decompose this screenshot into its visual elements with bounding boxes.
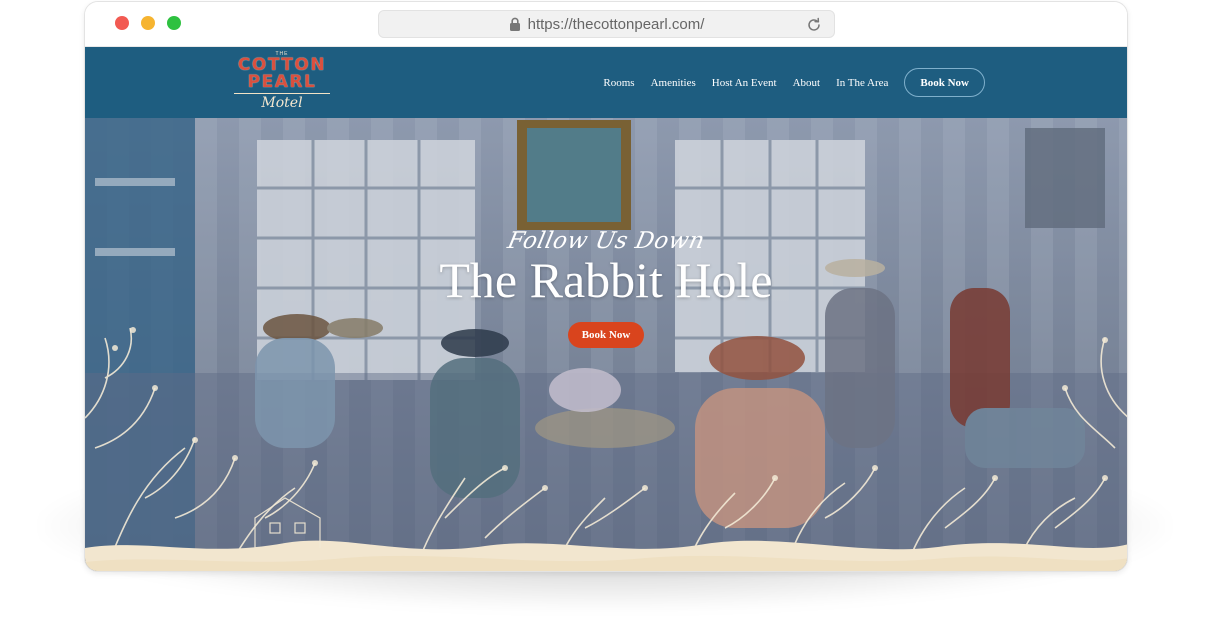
browser-window: https://thecottonpearl.com/ THE COTTON P… — [84, 1, 1128, 572]
hero-content: Follow Us Down The Rabbit Hole Book Now — [85, 228, 1127, 348]
main-nav: Rooms Amenities Host An Event About In T… — [587, 68, 985, 97]
hero-headline: The Rabbit Hole — [439, 252, 773, 308]
hero-tagline: Follow Us Down — [505, 228, 707, 254]
logo-motel: Motel — [261, 95, 303, 111]
logo-pearl: PEARL — [247, 72, 317, 92]
nav-rooms[interactable]: Rooms — [603, 77, 634, 89]
nav-book-now-button[interactable]: Book Now — [904, 68, 985, 97]
lock-icon — [509, 17, 520, 31]
website: THE COTTON PEARL Motel Rooms Amenities H… — [85, 47, 1127, 571]
url-text: https://thecottonpearl.com/ — [527, 15, 705, 33]
nav-in-the-area[interactable]: In The Area — [836, 77, 888, 89]
site-header: THE COTTON PEARL Motel Rooms Amenities H… — [85, 47, 1127, 118]
hero-section: Follow Us Down The Rabbit Hole Book Now — [85, 118, 1127, 571]
nav-host-an-event[interactable]: Host An Event — [712, 77, 777, 89]
site-logo[interactable]: THE COTTON PEARL Motel — [228, 51, 336, 115]
browser-toolbar: https://thecottonpearl.com/ — [85, 2, 1127, 47]
close-window-button[interactable] — [115, 16, 129, 30]
address-bar[interactable]: https://thecottonpearl.com/ — [378, 10, 835, 38]
maximize-window-button[interactable] — [167, 16, 181, 30]
nav-about[interactable]: About — [793, 77, 821, 89]
reload-icon[interactable] — [806, 17, 822, 33]
minimize-window-button[interactable] — [141, 16, 155, 30]
nav-amenities[interactable]: Amenities — [651, 77, 696, 89]
hero-book-now-button[interactable]: Book Now — [567, 322, 645, 348]
logo-rule — [234, 93, 330, 94]
